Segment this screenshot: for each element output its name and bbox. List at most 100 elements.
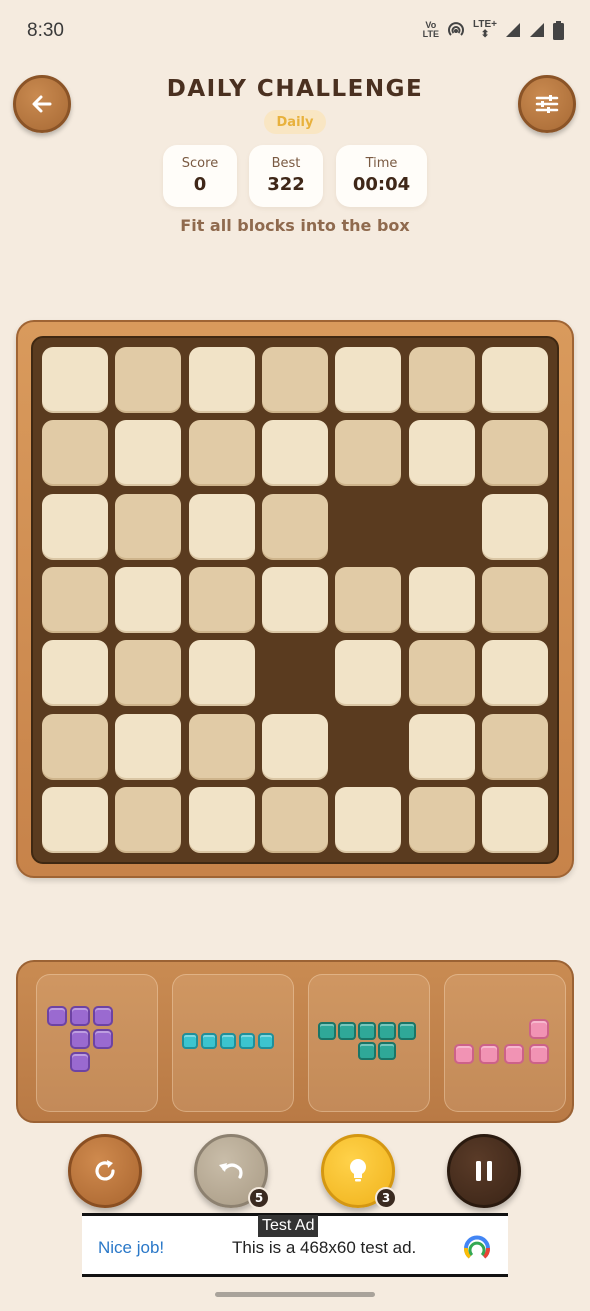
ad-logo-icon [464,1235,490,1259]
board-cell[interactable] [189,714,255,780]
board-cell[interactable] [42,640,108,706]
pink-block [529,1044,549,1064]
pink-block [504,1044,524,1064]
board-cell[interactable] [482,567,548,633]
purple-block [70,1006,90,1026]
hotspot-icon [448,22,464,36]
battery-icon [553,20,564,40]
board-cell[interactable] [115,787,181,853]
status-bar: 8:30 Vo LTE LTE+ ⬍ [0,0,590,62]
board-cell[interactable] [42,420,108,486]
score-value: 0 [193,174,207,195]
board-cell[interactable] [262,787,328,853]
board-cell[interactable] [115,420,181,486]
board-cell[interactable] [42,494,108,560]
board-cell[interactable] [335,420,401,486]
signal-2-icon [530,23,544,37]
best-card: Best 322 [249,145,323,207]
teal-block [338,1022,356,1040]
board-cell[interactable] [42,567,108,633]
piece-slot-4[interactable] [444,974,566,1112]
board-cell[interactable] [335,347,401,413]
undo-button[interactable]: 5 [194,1134,270,1209]
pink-block [479,1044,499,1064]
cyan-block [201,1033,217,1049]
board-cell[interactable] [262,567,328,633]
lightbulb-icon [350,1159,366,1182]
page-title: DAILY CHALLENGE [166,76,424,102]
board-cell[interactable] [409,567,475,633]
home-indicator[interactable] [215,1292,375,1297]
time-label: Time [365,156,398,171]
board-cell[interactable] [189,420,255,486]
mode-badge: Daily [264,110,326,134]
board-cell[interactable] [409,347,475,413]
board-cell[interactable] [262,714,328,780]
ad-headline: Nice job! [98,1238,165,1257]
best-label: Best [271,156,301,171]
teal-block [318,1022,336,1040]
cyan-block [239,1033,255,1049]
board-cell[interactable] [262,347,328,413]
board-cell[interactable] [482,787,548,853]
board-cell[interactable] [115,567,181,633]
instruction-text: Fit all blocks into the box [180,216,410,235]
undo-count-badge: 5 [248,1187,270,1209]
board-cell[interactable] [335,567,401,633]
board-cell[interactable] [482,347,548,413]
pink-block [529,1019,549,1039]
board-cell[interactable] [262,494,328,560]
teal-block [398,1022,416,1040]
purple-block [93,1006,113,1026]
time-card: Time 00:04 [336,145,427,207]
purple-block [47,1006,67,1026]
board-cell[interactable] [189,494,255,560]
board-cell[interactable] [189,567,255,633]
board-cell[interactable] [482,494,548,560]
lte-icon: LTE+ ⬍ [473,19,497,40]
board-cell[interactable] [409,420,475,486]
board-cell[interactable] [42,347,108,413]
board-cell[interactable] [335,787,401,853]
board-cell[interactable] [335,640,401,706]
board-cell[interactable] [42,787,108,853]
hint-button[interactable]: 3 [321,1134,397,1209]
board-cell[interactable] [482,420,548,486]
board-cell[interactable] [115,494,181,560]
board-cell[interactable] [482,640,548,706]
teal-block [358,1042,376,1060]
teal-block [378,1042,396,1060]
volte-icon: Vo LTE [422,20,440,39]
signal-icon [506,23,520,37]
board-cell[interactable] [189,347,255,413]
status-icons: Vo LTE LTE+ ⬍ [423,20,564,40]
sliders-icon [535,95,559,113]
board-cell[interactable] [115,714,181,780]
cyan-block [220,1033,236,1049]
pause-button[interactable] [447,1134,521,1208]
board-cell[interactable] [42,714,108,780]
settings-button[interactable] [518,75,576,133]
board-cell[interactable] [115,347,181,413]
pause-icon [476,1161,492,1181]
score-label: Score [181,156,219,171]
board-cell[interactable] [409,714,475,780]
pink-block [454,1044,474,1064]
board-cell[interactable] [189,640,255,706]
board-cell[interactable] [409,640,475,706]
refresh-icon [95,1160,115,1181]
cyan-block [182,1033,198,1049]
board-cell[interactable] [115,640,181,706]
status-time: 8:30 [27,20,64,41]
hint-count-badge: 3 [375,1187,397,1209]
undo-icon [219,1163,243,1179]
restart-button[interactable] [68,1134,142,1208]
board-cell[interactable] [409,787,475,853]
board-cell[interactable] [189,787,255,853]
ad-test-tag: Test Ad [258,1215,319,1237]
purple-block [70,1029,90,1049]
ad-body: This is a 468x60 test ad. [232,1238,417,1257]
board-cell[interactable] [262,420,328,486]
board-cell[interactable] [482,714,548,780]
purple-block [70,1052,90,1072]
